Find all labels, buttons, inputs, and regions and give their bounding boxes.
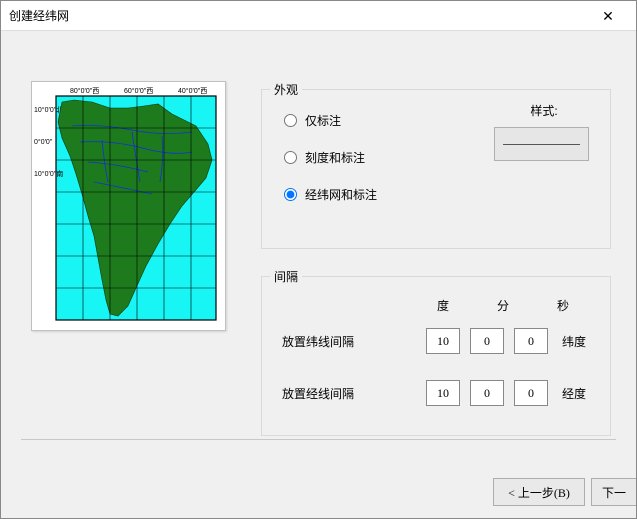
- interval-headers: 度 分 秒: [426, 297, 596, 314]
- lat-row-label: 放置纬线间隔: [276, 333, 416, 350]
- radio-grid-and-labels-input[interactable]: [284, 188, 297, 201]
- map-tick-left-2: 10°0'0"南: [34, 169, 63, 178]
- radio-label-only-input[interactable]: [284, 114, 297, 127]
- header-minutes: 分: [486, 297, 520, 314]
- interval-row-lon: 放置经线间隔 经度: [276, 380, 596, 406]
- interval-legend: 间隔: [270, 268, 302, 285]
- header-degrees: 度: [426, 297, 460, 314]
- radio-ticks-and-labels-input[interactable]: [284, 151, 297, 164]
- interval-row-lat: 放置纬线间隔 纬度: [276, 328, 596, 354]
- close-icon[interactable]: ✕: [588, 2, 628, 30]
- header-seconds: 秒: [546, 297, 580, 314]
- separator-line: [21, 439, 616, 440]
- lon-deg-input[interactable]: [426, 380, 460, 406]
- map-tick-top-2: 40°0'0"西: [178, 87, 207, 95]
- radio-ticks-and-labels-text: 刻度和标注: [305, 149, 365, 166]
- lon-min-input[interactable]: [470, 380, 504, 406]
- lon-unit: 经度: [562, 385, 586, 402]
- back-button[interactable]: < 上一步(B): [493, 478, 585, 506]
- map-svg: 80°0'0"西 60°0'0"西 40°0'0"西 10°0'0"北 0°0'…: [32, 82, 225, 330]
- style-label: 样式:: [494, 102, 594, 119]
- lon-row-label: 放置经线间隔: [276, 385, 416, 402]
- lat-deg-input[interactable]: [426, 328, 460, 354]
- title-bar: 创建经纬网 ✕: [1, 1, 636, 31]
- groupbox-interval: 间隔 度 分 秒 放置纬线间隔 纬度 放置经线间隔 经度: [261, 276, 611, 436]
- groupbox-appearance: 外观 仅标注 刻度和标注 经纬网和标注 样式:: [261, 89, 611, 249]
- map-tick-left-1: 0°0'0": [34, 138, 53, 146]
- map-tick-left-0: 10°0'0"北: [34, 106, 63, 114]
- radio-label-only-text: 仅标注: [305, 112, 341, 129]
- next-button[interactable]: 下一: [591, 478, 636, 506]
- appearance-legend: 外观: [270, 81, 302, 98]
- window-title: 创建经纬网: [9, 7, 588, 24]
- lat-min-input[interactable]: [470, 328, 504, 354]
- map-tick-top-0: 80°0'0"西: [70, 87, 99, 95]
- radio-grid-and-labels-text: 经纬网和标注: [305, 186, 377, 203]
- lat-sec-input[interactable]: [514, 328, 548, 354]
- radio-grid-and-labels[interactable]: 经纬网和标注: [284, 186, 596, 203]
- map-preview: 80°0'0"西 60°0'0"西 40°0'0"西 10°0'0"北 0°0'…: [31, 81, 226, 331]
- lon-sec-input[interactable]: [514, 380, 548, 406]
- wizard-buttons: < 上一步(B) 下一: [493, 478, 636, 506]
- style-block: 样式:: [494, 102, 594, 161]
- lat-unit: 纬度: [562, 333, 586, 350]
- dialog-window: 创建经纬网 ✕ 80°0'0"西 60°0'0"西 40°0'0"西 10°0'…: [0, 0, 637, 519]
- style-swatch[interactable]: [494, 127, 589, 161]
- dialog-content: 80°0'0"西 60°0'0"西 40°0'0"西 10°0'0"北 0°0'…: [1, 31, 636, 461]
- map-tick-top-1: 60°0'0"西: [124, 87, 153, 95]
